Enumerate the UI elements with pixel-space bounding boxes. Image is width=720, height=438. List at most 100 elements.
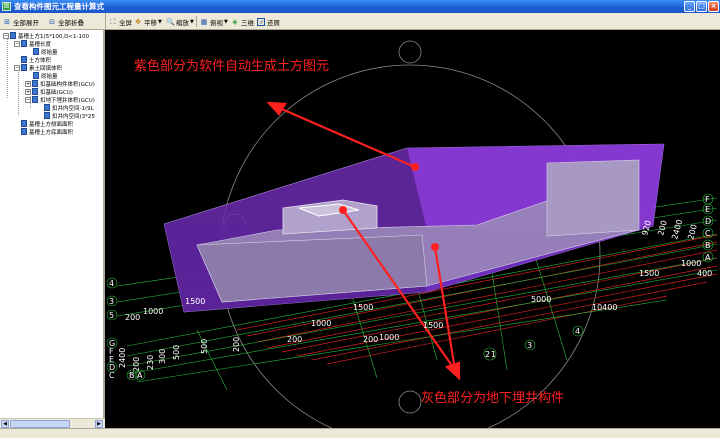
dimension-label: 5000: [531, 295, 551, 304]
dimension-label: 1500: [185, 297, 205, 306]
calculation-tree: − 基槽土方1(5*100,D<1-100 − 基槽长度 原始量 土方体积 − …: [0, 30, 105, 428]
tree-node-label: 基槽土方底面面积: [29, 129, 74, 136]
tree-node-bottom-area[interactable]: 基槽土方底面面积: [21, 127, 73, 136]
axis-letter: A: [137, 371, 143, 380]
expand-node-icon[interactable]: +: [25, 88, 31, 95]
chevron-down-icon: ▼: [158, 18, 162, 25]
dimension-label: 1500: [639, 269, 659, 278]
scroll-thumb[interactable]: [10, 420, 70, 428]
dimension-label: 200: [656, 219, 669, 236]
document-icon: [32, 88, 38, 95]
window-title: 查看构件图元工程量计算式: [14, 2, 104, 11]
axis-letter: F: [705, 195, 710, 204]
bottom-annotation: 灰色部分为地下埋井构件: [421, 390, 564, 406]
axis-letter: A: [705, 253, 711, 262]
axis-number: 3: [109, 297, 114, 306]
axis-number: 2: [485, 350, 490, 359]
view-label: 俯视: [210, 18, 223, 27]
dimension-label: 2400: [670, 219, 684, 241]
expand-all-label: 全部展开: [13, 18, 39, 27]
axis-number: 4: [109, 279, 114, 288]
close-button[interactable]: ×: [708, 1, 719, 12]
maximize-button[interactable]: □: [696, 1, 707, 12]
axis-number: 5: [109, 311, 114, 320]
document-icon: [32, 80, 38, 87]
axis-number: 4: [575, 327, 580, 336]
pan-label: 平移: [144, 18, 157, 27]
fullscreen-button[interactable]: ⛶ 全屏: [109, 16, 132, 27]
document-icon: [21, 40, 27, 47]
tree-horizontal-scrollbar[interactable]: ◀ ▶: [0, 418, 105, 428]
document-icon: [21, 64, 27, 71]
axis-letter: B: [705, 241, 711, 250]
dimension-label: 10400: [592, 303, 617, 312]
collapse-icon: ⊟: [49, 17, 55, 26]
dimension-label: 1000: [379, 333, 399, 342]
minimize-button[interactable]: _: [684, 1, 695, 12]
scroll-left-icon[interactable]: ◀: [1, 420, 9, 428]
dimension-label: 1000: [143, 307, 163, 316]
restore-icon: ↺: [257, 17, 265, 26]
chevron-down-icon: ▼: [224, 18, 228, 25]
fullscreen-label: 全屏: [119, 18, 132, 27]
chevron-down-icon: ▼: [190, 18, 194, 25]
collapse-node-icon[interactable]: −: [3, 32, 9, 39]
dimension-label: 400: [697, 269, 712, 278]
axis-number: 3: [527, 341, 532, 350]
scroll-right-icon[interactable]: ▶: [95, 420, 103, 428]
collapse-node-icon[interactable]: −: [14, 64, 20, 71]
zoom-icon: 🔍: [166, 17, 175, 26]
tree-line: [18, 70, 19, 115]
collapse-node-icon[interactable]: −: [25, 96, 31, 103]
dimension-label: 200: [125, 313, 140, 322]
zoom-button[interactable]: 🔍 缩放 ▼: [166, 16, 194, 27]
document-icon: [21, 128, 27, 135]
view-toolbar: ⛶ 全屏 ✥ 平移 ▼ 🔍 缩放 ▼ ▦ 俯视 ▼ ◈ 三维 ↺ 还原: [105, 13, 720, 30]
expand-all-button[interactable]: ⊞ 全部展开: [3, 16, 39, 27]
orbit-handle-top[interactable]: [398, 40, 422, 64]
view-icon: ▦: [200, 17, 208, 26]
collapse-all-button[interactable]: ⊟ 全部折叠: [48, 16, 84, 27]
dimension-label: 500: [200, 339, 209, 354]
dimension-label: 2400: [118, 348, 127, 368]
tree-line: [7, 38, 8, 98]
document-icon: [33, 48, 39, 55]
document-icon: [33, 72, 39, 79]
dimension-label: 1500: [353, 303, 373, 312]
pan-button[interactable]: ✥ 平移 ▼: [134, 16, 162, 27]
status-bar: [0, 428, 720, 438]
title-bar: 图 查看构件图元工程量计算式 _ □ ×: [0, 0, 720, 13]
three-d-label: 三维: [241, 18, 254, 27]
document-icon: [10, 32, 16, 39]
view-button[interactable]: ▦ 俯视 ▼: [200, 16, 228, 27]
document-icon: [21, 120, 27, 127]
orbit-handle-bottom[interactable]: [398, 390, 422, 414]
dimension-label: 200: [363, 335, 378, 344]
dimension-label: 1000: [681, 259, 701, 268]
axis-letter: C: [705, 229, 711, 238]
zoom-label: 缩放: [176, 18, 189, 27]
tree-toolbar: ⊞ 全部展开 ⊟ 全部折叠: [0, 13, 105, 30]
dimension-label: 230: [146, 355, 155, 370]
axis-letter: D: [705, 217, 711, 226]
document-icon: [32, 96, 38, 103]
document-icon: [44, 112, 50, 119]
document-icon: [21, 56, 27, 63]
three-d-button[interactable]: ◈ 三维: [231, 16, 254, 27]
dimension-label: 1500: [423, 321, 443, 330]
restore-button[interactable]: ↺ 还原: [257, 16, 280, 27]
cube-icon: ◈: [232, 17, 238, 26]
dimension-label: 200: [287, 335, 302, 344]
3d-viewport[interactable]: 紫色部分为软件自动生成土方图元 灰色部分为地下埋井构件 F E D C B A …: [107, 30, 720, 428]
restore-label: 还原: [267, 18, 280, 27]
axis-letter: E: [705, 205, 710, 214]
expand-node-icon[interactable]: +: [25, 80, 31, 87]
dimension-label: 200: [132, 357, 141, 372]
axis-letter: C: [109, 371, 115, 380]
3d-scene[interactable]: 紫色部分为软件自动生成土方图元 灰色部分为地下埋井构件 F E D C B A …: [107, 30, 720, 428]
top-annotation: 紫色部分为软件自动生成土方图元: [134, 58, 329, 74]
collapse-node-icon[interactable]: −: [14, 40, 20, 47]
pan-icon: ✥: [135, 17, 141, 26]
toolbar-divider: [196, 16, 197, 27]
axis-letter: B: [129, 371, 135, 380]
